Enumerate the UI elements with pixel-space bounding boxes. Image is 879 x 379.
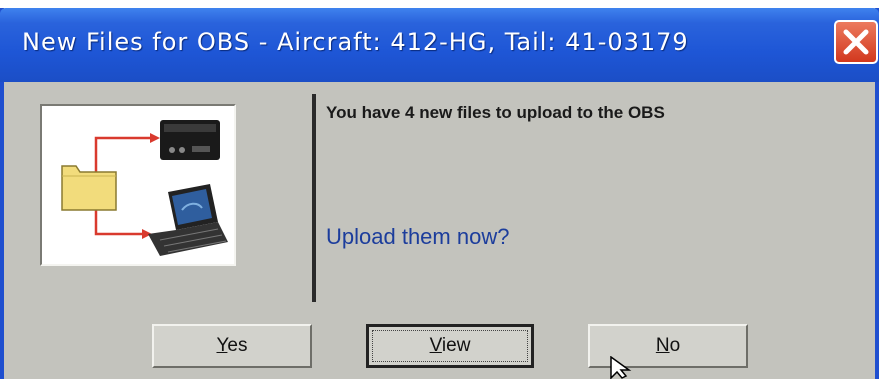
- yes-button[interactable]: Yes: [152, 324, 312, 368]
- question-text: Upload them now?: [326, 224, 510, 249]
- message-text: You have 4 new files to upload to the OB…: [326, 103, 665, 122]
- folder-icon: [61, 165, 117, 211]
- close-icon: [843, 29, 869, 55]
- view-button[interactable]: View: [366, 324, 534, 368]
- no-mnemonic: N: [655, 335, 670, 356]
- yes-label: es: [227, 335, 248, 356]
- yes-mnemonic: Y: [216, 335, 228, 356]
- view-mnemonic: V: [429, 335, 442, 356]
- laptop-icon: [148, 184, 228, 256]
- vertical-divider: [312, 94, 316, 302]
- window-title: New Files for OBS - Aircraft: 412-HG, Ta…: [22, 28, 689, 56]
- close-button[interactable]: [834, 20, 878, 64]
- mouse-cursor-icon: [610, 356, 632, 379]
- dialog-window: New Files for OBS - Aircraft: 412-HG, Ta…: [0, 8, 879, 379]
- no-label: o: [669, 335, 681, 356]
- view-label: iew: [441, 335, 471, 356]
- obs-device-icon: [160, 120, 220, 160]
- title-bar[interactable]: New Files for OBS - Aircraft: 412-HG, Ta…: [0, 8, 879, 82]
- upload-illustration: [40, 104, 236, 266]
